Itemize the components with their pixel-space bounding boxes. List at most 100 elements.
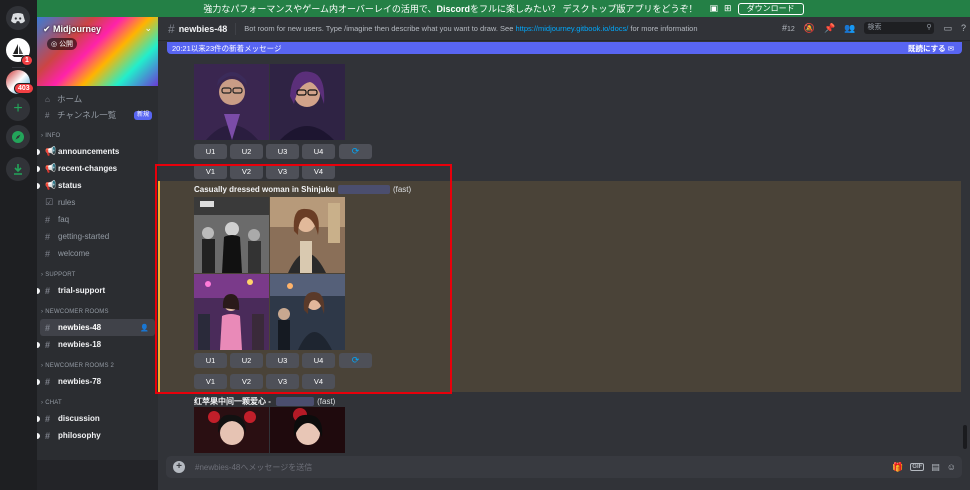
hash-icon: # bbox=[45, 214, 51, 225]
unread-indicator bbox=[37, 165, 40, 172]
upscale-button[interactable]: U4 bbox=[302, 144, 335, 159]
header-divider bbox=[235, 22, 237, 35]
windows-icon: ⊞ bbox=[724, 3, 732, 13]
pin-icon[interactable]: 📌 bbox=[824, 23, 835, 34]
scrollbar-thumb[interactable] bbox=[963, 425, 967, 449]
home-icon: ⌂ bbox=[45, 94, 50, 104]
desktop-app-banner: 強力なパフォーマンスやゲーム内オーバーレイの活用で、Discordをフルに楽しみ… bbox=[37, 0, 970, 17]
nav-home[interactable]: ⌂ ホーム bbox=[37, 91, 158, 107]
image-grid-tile-1[interactable] bbox=[194, 407, 269, 453]
download-button[interactable]: ダウンロード bbox=[737, 2, 804, 15]
hash-icon: # bbox=[45, 285, 51, 296]
channel-item-newbies-78[interactable]: # newbies-78 bbox=[37, 373, 158, 390]
sticker-icon[interactable]: ▤ bbox=[931, 462, 940, 473]
threads-icon: # bbox=[168, 21, 175, 36]
chevron-down-icon: › bbox=[41, 363, 44, 369]
server2-unread-badge: 403 bbox=[14, 83, 34, 94]
home-unread-badge: 1 bbox=[21, 55, 33, 66]
add-server-button[interactable]: + bbox=[6, 97, 30, 121]
search-icon: ⚲ bbox=[926, 24, 932, 31]
public-badge: ◎ 公開 bbox=[47, 38, 78, 50]
server-rail: 1 403 + bbox=[0, 0, 37, 490]
channel-item-philosophy[interactable]: # philosophy bbox=[37, 427, 158, 444]
topic-link[interactable]: https://midjourney.gitbook.io/docs/ bbox=[515, 24, 628, 33]
add-member-icon[interactable]: 👤 bbox=[140, 324, 149, 332]
hash-icon: # bbox=[45, 430, 51, 441]
channel-item-trial-support[interactable]: # trial-support bbox=[37, 282, 158, 299]
channel-item-announcements[interactable]: 📢 announcements bbox=[37, 143, 158, 160]
reroll-button[interactable]: ⟳ bbox=[339, 144, 372, 159]
gift-icon[interactable]: 🎁 bbox=[892, 462, 903, 473]
category-name: SUPPORT bbox=[45, 272, 76, 278]
upscale-button[interactable]: U3 bbox=[266, 144, 299, 159]
channel-label: discussion bbox=[58, 414, 100, 423]
new-badge: 新規 bbox=[133, 110, 152, 120]
image-grid-tile-2[interactable] bbox=[270, 407, 345, 453]
category-header[interactable]: › NEWCOMER ROOMS 2 bbox=[37, 359, 158, 373]
channel-label: faq bbox=[58, 215, 70, 224]
inbox-icon[interactable]: ▭ bbox=[943, 23, 952, 34]
channel-item-newbies-18[interactable]: # newbies-18 bbox=[37, 336, 158, 353]
gif-icon[interactable]: GIF bbox=[910, 463, 925, 471]
channels-icon: # bbox=[45, 110, 50, 120]
category-header[interactable]: › NEWCOMER ROOMS bbox=[37, 305, 158, 319]
banner-text: 強力なパフォーマンスやゲーム内オーバーレイの活用で、Discordをフルに楽しみ… bbox=[203, 4, 698, 14]
upscale-button[interactable]: U1 bbox=[194, 144, 227, 159]
channel-item-status[interactable]: 📢 status bbox=[37, 177, 158, 194]
compass-icon bbox=[12, 131, 24, 143]
message-composer[interactable]: + #newbies-48へメッセージを送信 🎁 GIF ▤ ☺ bbox=[166, 456, 962, 478]
channel-label: recent-changes bbox=[58, 164, 118, 173]
threads-icon: # bbox=[45, 376, 51, 387]
server-header[interactable]: ✔ Midjourney ⌄ ◎ 公開 bbox=[37, 17, 158, 86]
plus-icon: + bbox=[13, 100, 23, 117]
explore-servers-button[interactable] bbox=[6, 125, 30, 149]
nav-channel-list[interactable]: # チャンネル一覧 新規 bbox=[37, 107, 158, 123]
message-input[interactable]: #newbies-48へメッセージを送信 bbox=[195, 462, 312, 473]
mark-as-read-button[interactable]: 既読にする ✉ bbox=[908, 43, 954, 54]
member-list-icon[interactable]: 👥 bbox=[844, 23, 855, 34]
chevron-down-icon: › bbox=[41, 272, 44, 278]
discord-home-button[interactable] bbox=[6, 6, 30, 30]
unread-indicator bbox=[37, 341, 40, 348]
category-header[interactable]: › SUPPORT bbox=[37, 268, 158, 282]
channel-sidebar: ✔ Midjourney ⌄ ◎ 公開 ⌂ ホーム # チャンネル一覧 新規 › INF… bbox=[37, 17, 158, 490]
user-panel bbox=[37, 460, 158, 490]
channel-item-discussion[interactable]: # discussion bbox=[37, 410, 158, 427]
image-grid-tile-4[interactable] bbox=[270, 64, 345, 140]
category-name: INFO bbox=[45, 133, 61, 139]
attach-plus-icon[interactable]: + bbox=[173, 461, 185, 473]
category-header[interactable]: › INFO bbox=[37, 129, 158, 143]
channel-item-faq[interactable]: # faq bbox=[37, 211, 158, 228]
new-messages-bar[interactable]: 20:21以来23件の新着メッセージ 既読にする ✉ bbox=[167, 42, 962, 54]
channel-label: announcements bbox=[58, 147, 120, 156]
channel-label: trial-support bbox=[58, 286, 106, 295]
header-tools: #12 🔕 📌 👥 検索 ⚲ ▭ ? bbox=[782, 22, 966, 34]
channel-item-newbies-48[interactable]: # newbies-48 👤 bbox=[40, 319, 155, 336]
highlight-annotation-box bbox=[155, 164, 452, 394]
channel-item-rules[interactable]: ☑ rules bbox=[37, 194, 158, 211]
channel-categories: › INFO 📢 announcements 📢 recent-changes 📢 statu… bbox=[37, 129, 158, 450]
image-grid-tile-3[interactable] bbox=[194, 64, 269, 140]
upscale-button[interactable]: U2 bbox=[230, 144, 263, 159]
help-icon[interactable]: ? bbox=[961, 23, 966, 33]
download-apps-button[interactable] bbox=[6, 157, 30, 181]
emoji-icon[interactable]: ☺ bbox=[947, 462, 956, 472]
channel-item-getting-started[interactable]: # getting-started bbox=[37, 228, 158, 245]
server-name: ✔ Midjourney bbox=[43, 24, 102, 34]
category-name: CHAT bbox=[45, 400, 62, 406]
channel-label: newbies-18 bbox=[58, 340, 102, 349]
category-name: NEWCOMER ROOMS bbox=[45, 309, 109, 315]
search-input[interactable]: 検索 ⚲ bbox=[864, 22, 935, 34]
message-scrollbar[interactable] bbox=[962, 55, 968, 453]
channel-item-recent-changes[interactable]: 📢 recent-changes bbox=[37, 160, 158, 177]
channel-label: newbies-78 bbox=[58, 377, 102, 386]
category-header[interactable]: › CHAT bbox=[37, 396, 158, 410]
user-mention[interactable] bbox=[276, 397, 315, 407]
composer-tools: 🎁 GIF ▤ ☺ bbox=[892, 462, 956, 473]
channel-item-welcome[interactable]: # welcome bbox=[37, 245, 158, 262]
threads-button[interactable]: #12 bbox=[782, 23, 795, 33]
mute-bell-icon[interactable]: 🔕 bbox=[804, 23, 815, 34]
unread-indicator bbox=[37, 182, 40, 189]
channel-label: getting-started bbox=[58, 232, 110, 241]
rules-icon: ☑ bbox=[45, 197, 54, 207]
